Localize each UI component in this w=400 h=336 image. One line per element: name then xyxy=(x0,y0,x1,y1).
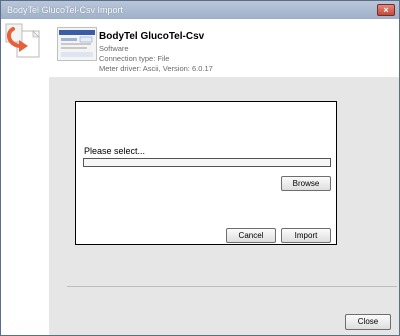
file-import-arrow-icon xyxy=(5,23,40,58)
meter-driver-version: Meter driver: Ascii, Version: 6.0.17 xyxy=(99,64,213,73)
cancel-button[interactable]: Cancel xyxy=(226,228,276,243)
import-button[interactable]: Import xyxy=(281,228,331,243)
window-close-button[interactable]: × xyxy=(377,4,395,16)
file-select-panel: Please select... Browse Cancel Import xyxy=(75,101,337,245)
software-thumbnail-image xyxy=(57,27,97,61)
connection-type: Connection type: File xyxy=(99,54,170,63)
window-title: BodyTel GlucoTel-Csv Import xyxy=(7,5,124,15)
browse-button[interactable]: Browse xyxy=(281,176,331,191)
import-window: BodyTel GlucoTel-Csv Import × BodyTel Gl… xyxy=(0,0,400,336)
footer-divider xyxy=(67,286,397,287)
thumbnail-graphic xyxy=(59,30,95,57)
select-prompt: Please select... xyxy=(84,146,146,156)
device-header: BodyTel GlucoTel-Csv Software Connection… xyxy=(49,19,399,77)
title-bar[interactable]: BodyTel GlucoTel-Csv Import × xyxy=(1,1,399,19)
close-button[interactable]: Close xyxy=(345,314,391,330)
device-title: BodyTel GlucoTel-Csv xyxy=(99,31,205,42)
file-path-field[interactable] xyxy=(83,158,331,167)
device-category: Software xyxy=(99,44,129,53)
left-rail xyxy=(1,19,49,335)
